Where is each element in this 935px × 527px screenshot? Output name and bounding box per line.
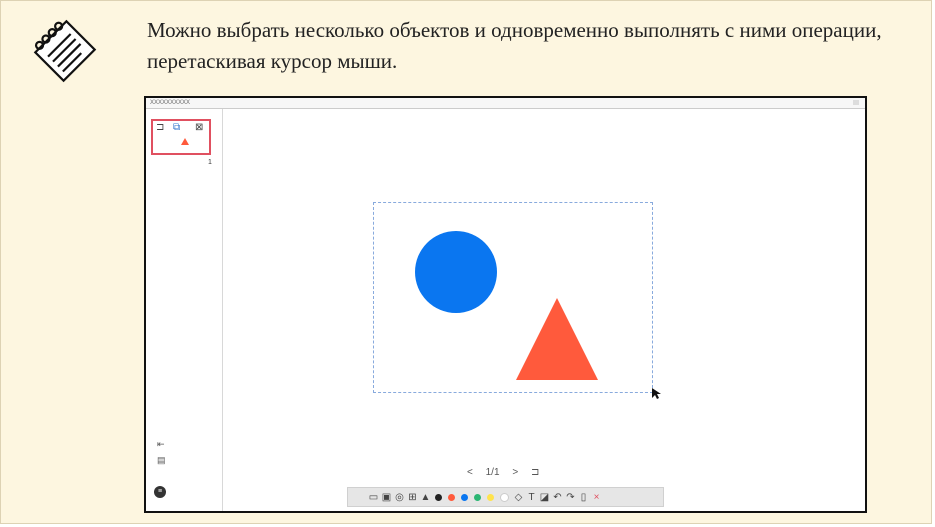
menu-icon[interactable]: ≡	[154, 486, 166, 498]
notepad-icon	[33, 19, 97, 83]
eraser-icon[interactable]: ◇	[513, 492, 524, 503]
note-text: Можно выбрать несколько объектов и однов…	[147, 18, 882, 73]
undo-icon[interactable]: ↶	[552, 492, 563, 503]
page-indicator: 1/1	[485, 467, 500, 478]
delete-icon[interactable]: ▯	[578, 492, 589, 503]
select-icon[interactable]: ◪	[539, 492, 550, 503]
color-red-button[interactable]	[448, 493, 455, 501]
text-tool-button[interactable]: T	[526, 492, 537, 503]
window-titlebar: XXXXXXXXXX	[146, 98, 865, 109]
page-number: 1	[208, 159, 212, 166]
color-green-button[interactable]	[474, 493, 481, 501]
capture-icon[interactable]: ⊞	[407, 492, 418, 503]
orange-triangle[interactable]	[516, 298, 598, 380]
app-screenshot: XXXXXXXXXX ⊐ ⧉ ⊠ 1 ⇤ ▤ ≡ < 1/1 > ⊐ ▭ ▣ ◎…	[144, 96, 867, 513]
color-white-button[interactable]	[500, 492, 509, 502]
color-black-button[interactable]	[435, 493, 442, 501]
background-icon[interactable]: ▤	[157, 455, 166, 466]
drawing-toolbar: ▭ ▣ ◎ ⊞ ▲ ◇ T ◪ ↶ ↷ ▯ ×	[347, 487, 664, 507]
mouse-cursor-icon	[652, 388, 661, 399]
duplicate-page-icon[interactable]: ⧉	[173, 122, 180, 133]
note-box: Можно выбрать несколько объектов и однов…	[0, 0, 932, 524]
new-page-icon[interactable]: ⊐	[156, 122, 164, 133]
color-blue-button[interactable]	[461, 493, 468, 501]
page-thumbnail[interactable]: ⊐ ⧉ ⊠	[151, 119, 211, 155]
pen-icon[interactable]: ▲	[420, 492, 431, 503]
close-icon[interactable]: ×	[591, 492, 602, 503]
next-page-button[interactable]: >	[512, 467, 518, 478]
prev-page-button[interactable]: <	[467, 467, 473, 478]
import-icon[interactable]: ⇤	[157, 439, 165, 450]
window-title: XXXXXXXXXX	[150, 100, 191, 106]
color-yellow-button[interactable]	[487, 493, 494, 501]
monitor-icon[interactable]: ▭	[368, 492, 379, 503]
camera-icon[interactable]: ◎	[394, 492, 405, 503]
add-page-icon[interactable]: ⊐	[531, 467, 539, 478]
thumb-triangle	[181, 138, 189, 145]
delete-page-icon[interactable]: ⊠	[195, 122, 203, 133]
pager: < 1/1 > ⊐	[467, 467, 549, 478]
save-icon[interactable]: ▣	[381, 492, 392, 503]
whiteboard-canvas[interactable]: < 1/1 > ⊐ ▭ ▣ ◎ ⊞ ▲ ◇ T ◪ ↶ ↷ ▯ ×	[223, 109, 865, 511]
window-control-icon[interactable]	[853, 100, 859, 105]
page-sidebar: ⊐ ⧉ ⊠ 1 ⇤ ▤ ≡	[146, 109, 223, 511]
blue-circle[interactable]	[415, 231, 497, 313]
selection-box	[373, 202, 653, 393]
redo-icon[interactable]: ↷	[565, 492, 576, 503]
